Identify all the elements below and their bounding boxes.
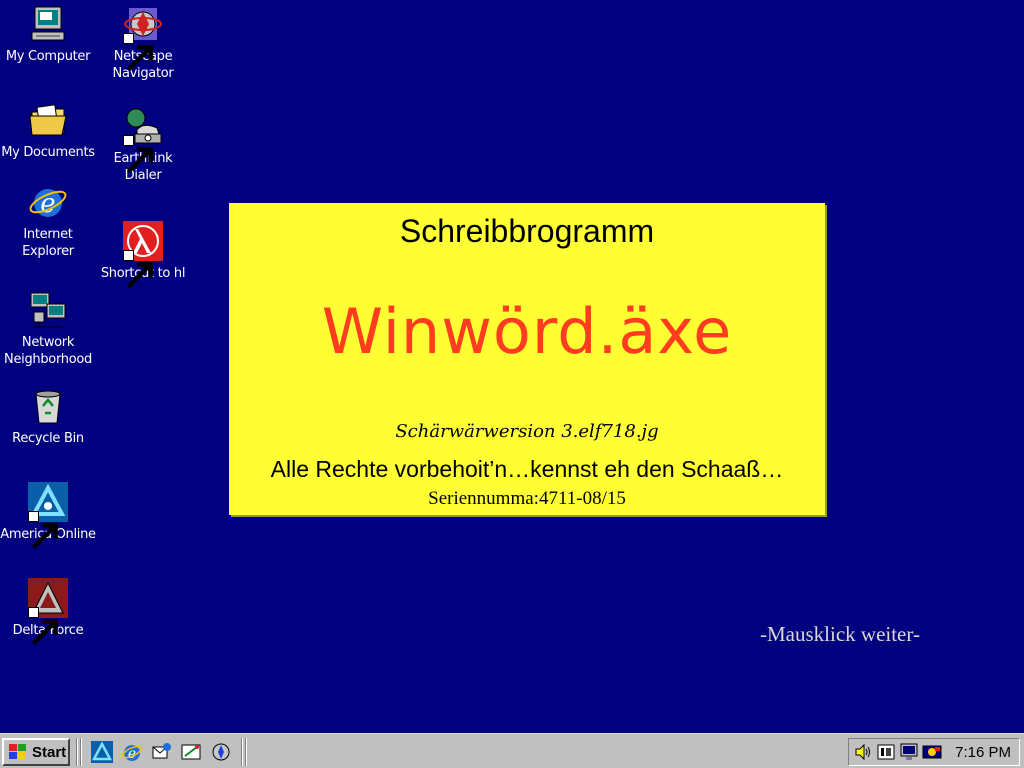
system-tray: 7:16 PM [848,738,1020,766]
shortcut-arrow-icon [123,135,153,174]
network-icon [28,290,68,330]
windows-logo-icon [9,744,26,759]
splash-subtitle: Schreibbrogramm [399,213,655,249]
desktop: My Computer My Documents e Internet Expl… [0,0,1024,733]
desktop-icon-earthlink-dialer[interactable]: EarthLink Dialer [95,106,191,184]
shortcut-arrow-icon [28,511,58,550]
netscape-icon[interactable] [210,741,232,763]
taskbar-separator [241,738,243,766]
taskbar-clock[interactable]: 7:16 PM [955,744,1011,761]
telephone-icon [123,106,163,174]
outlook-icon[interactable] [151,741,173,763]
shortcut-arrow-icon [123,33,153,72]
folder-icon [28,100,68,140]
shortcut-arrow-icon [28,607,58,646]
display-settings-icon[interactable] [876,743,896,761]
recycle-bin-icon [28,386,68,426]
taskbar-separator [76,738,78,766]
desktop-icon-netscape-navigator[interactable]: Netscape Navigator [95,4,191,82]
taskbar-separator [245,738,247,766]
desktop-icon-america-online[interactable]: America Online [0,482,96,550]
aol-icon [28,482,68,550]
desktop-icon-my-documents[interactable]: My Documents [0,100,96,161]
netscape-icon [123,4,163,72]
computer-icon [28,4,68,44]
desktop-icon-internet-explorer[interactable]: e Internet Explorer [0,182,96,260]
taskbar-separator [80,738,82,766]
taskbar: Start e 7:16 PM [0,733,1024,768]
splash-rights: Alle Rechte vorbehoit’n…kennst eh den Sc… [270,456,784,482]
start-button-label: Start [32,743,67,761]
speaker-icon[interactable] [853,743,873,761]
start-button[interactable]: Start [2,738,70,766]
half-life-icon [123,221,163,289]
desktop-icon-shortcut-to-hl[interactable]: Shortcut to hl [95,221,191,289]
continue-hint: -Mausklick weiter- [760,622,920,646]
internet-explorer-icon: e [28,182,68,222]
channels-icon[interactable] [180,741,202,763]
splash-serial-number: Seriennumma:4711-08/15 [428,488,626,509]
splash-screen[interactable]: Schreibbrogramm Winwörd.äxe Schärwärwers… [229,203,825,515]
splash-version: Schärwärwersion 3.elf718.jg [395,421,659,442]
desktop-icon-delta-force[interactable]: Delta Force [0,578,96,646]
aol-icon[interactable] [91,741,113,763]
splash-app-name: Winwörd.äxe [321,295,733,368]
internet-explorer-icon[interactable]: e [121,741,143,763]
shortcut-arrow-icon [123,250,153,289]
desktop-icon-network-neighborhood[interactable]: Network Neighborhood [0,290,96,368]
scheduler-icon[interactable] [922,743,942,761]
monitor-icon[interactable] [899,743,919,761]
desktop-icon-my-computer[interactable]: My Computer [0,4,96,65]
desktop-icon-recycle-bin[interactable]: Recycle Bin [0,386,96,447]
delta-force-icon [28,578,68,646]
